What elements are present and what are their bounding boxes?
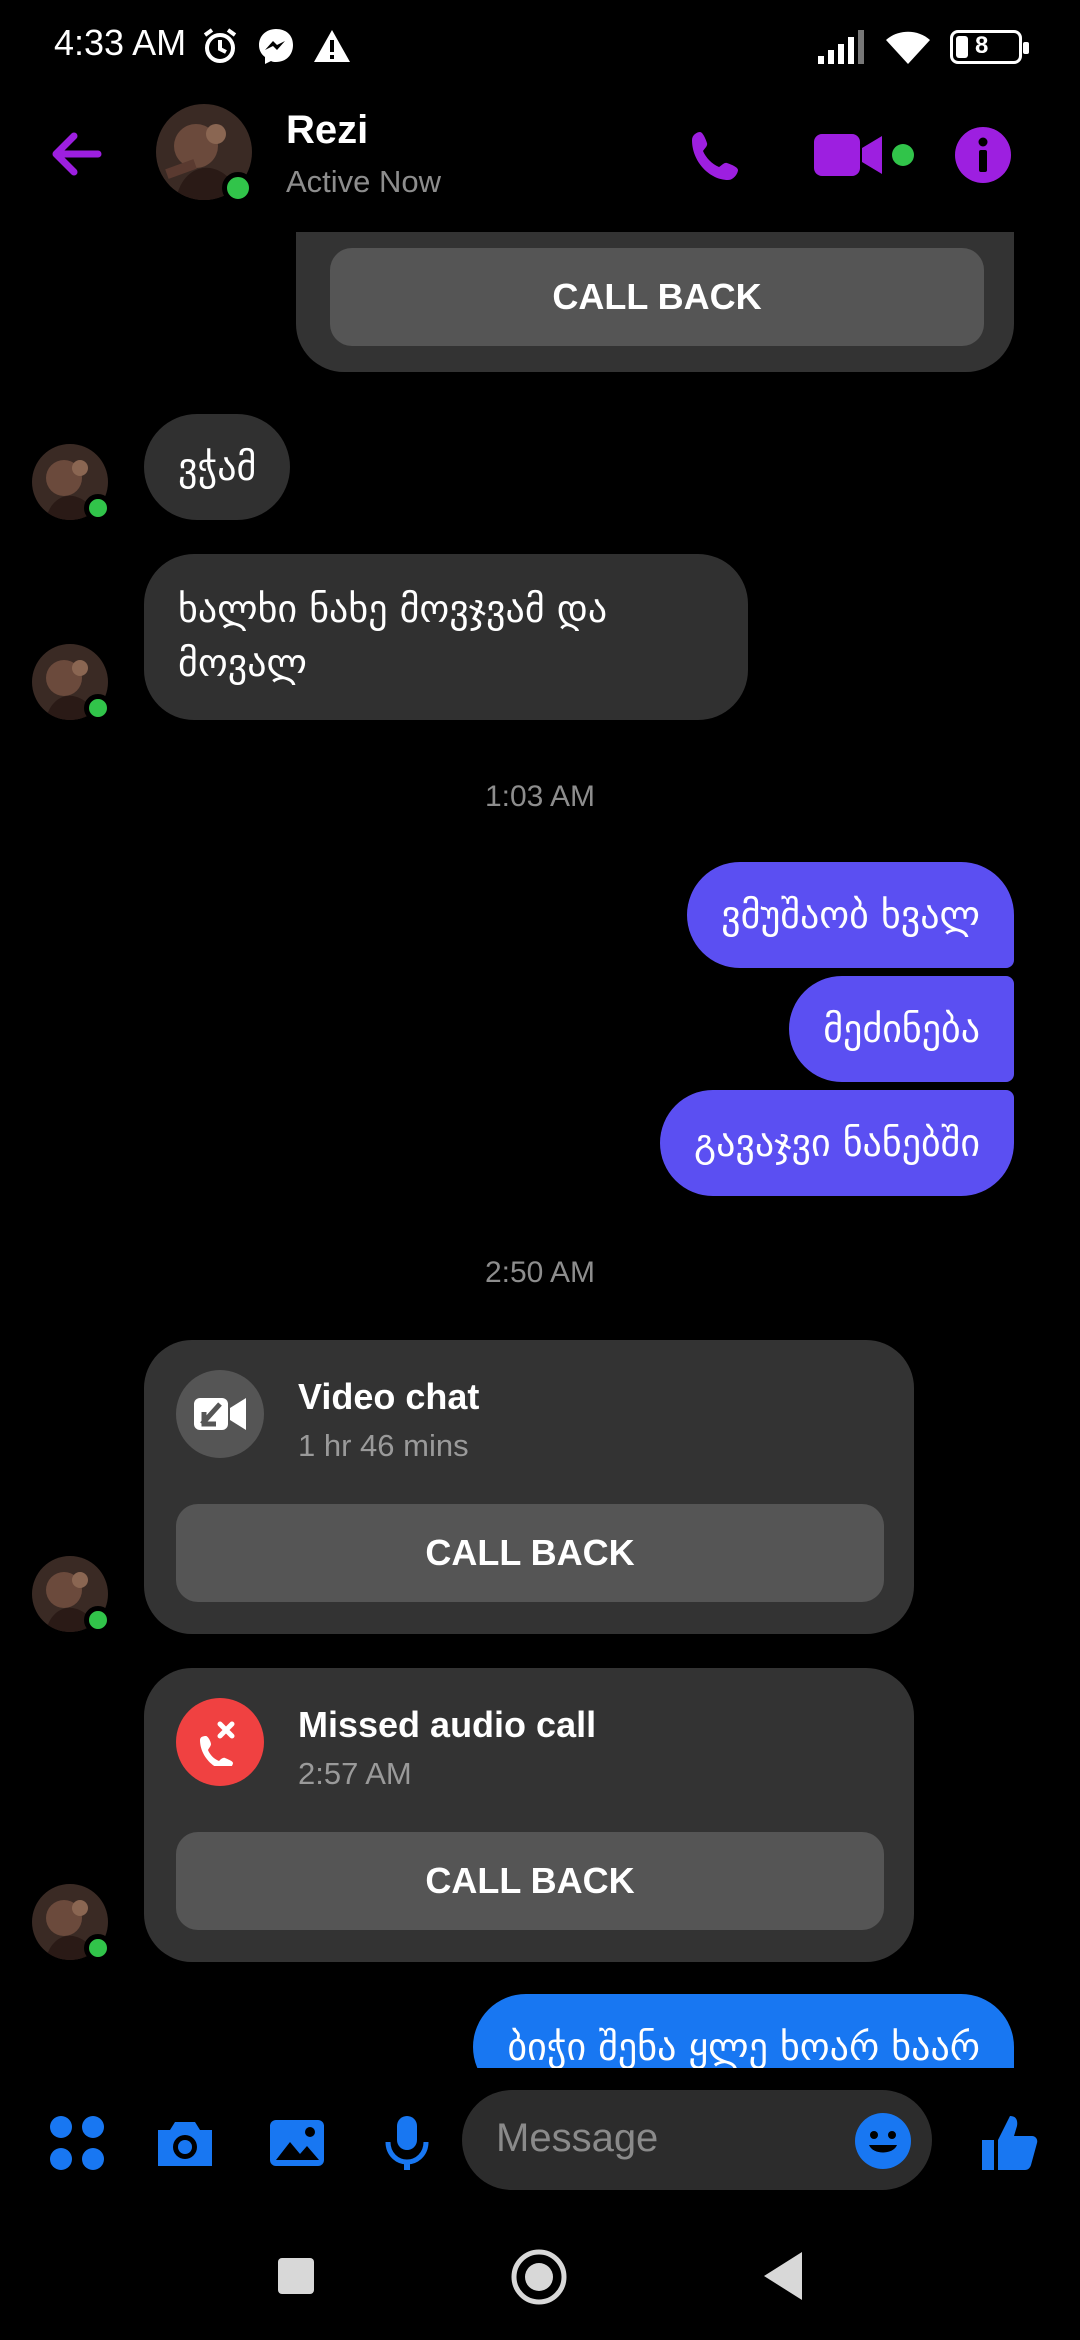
message-bubble-incoming[interactable]: ხალხი ნახე მოვჯვამ და მოვალ [144,554,748,720]
alarm-icon [203,28,237,63]
warning-icon [314,30,350,62]
contact-name[interactable]: Rezi [286,108,368,153]
message-bubble-outgoing[interactable]: მეძინება [789,976,1014,1082]
back-button-icon[interactable] [762,2250,806,2302]
message-text: ვჭამ [178,445,257,489]
signal-icon [818,30,864,64]
phone-call-icon[interactable] [686,126,746,186]
microphone-icon[interactable] [376,2112,438,2174]
call-back-button[interactable]: CALL BACK [176,1832,884,1930]
camera-icon[interactable] [154,2112,216,2174]
message-list[interactable]: CALL BACK ვჭამ ხალხი ნახე მოვჯვამ და მოვ… [0,232,1080,2068]
online-indicator [84,494,112,522]
call-card-video: Video chat 1 hr 46 mins CALL BACK [144,1340,914,1634]
call-back-button[interactable]: CALL BACK [176,1504,884,1602]
message-bubble-outgoing[interactable]: გავაჯვი ნანებში [660,1090,1014,1196]
missed-call-icon [200,1721,235,1766]
recents-button-icon[interactable] [276,2256,316,2296]
system-nav-bar [0,2214,1080,2340]
message-bubble-outgoing[interactable]: ბიჭი შენა ყლე ხოარ ხაარ [473,1994,1014,2068]
call-title: Missed audio call [298,1704,597,1745]
online-indicator [84,694,112,722]
call-icon-wrap [176,1698,264,1786]
call-card-missed: Missed audio call 2:57 AM CALL BACK [144,1668,914,1962]
call-time: 2:57 AM [298,1756,412,1791]
video-off-icon [194,1398,246,1430]
emoji-icon[interactable] [854,2112,912,2170]
message-text: მეძინება [823,1007,980,1051]
status-system-icons: 8 [816,28,1029,66]
contact-status: Active Now [286,164,442,199]
time-separator: 2:50 AM [484,1256,596,1289]
message-placeholder: Message [496,2116,659,2160]
home-button-icon[interactable] [510,2248,568,2306]
status-notification-icons [200,26,352,66]
status-bar: 4:33 AM 8 [0,0,1080,96]
battery-level: 8 [975,32,989,59]
time-separator: 1:03 AM [484,780,596,813]
gallery-icon[interactable] [266,2112,328,2174]
call-back-button[interactable]: CALL BACK [330,248,984,346]
video-active-indicator [892,144,914,166]
call-icon-wrap [176,1370,264,1458]
online-indicator [84,1606,112,1634]
battery-icon: 8 [950,30,1029,64]
online-indicator [84,1934,112,1962]
message-bubble-incoming[interactable]: ვჭამ [144,414,291,520]
call-card-partial: CALL BACK [296,232,1014,372]
message-text-line: ხალხი ნახე მოვჯვამ და [178,587,608,631]
thumbs-up-icon[interactable] [978,2112,1040,2174]
message-text: ვმუშაობ ხვალ [721,893,980,937]
call-duration: 1 hr 46 mins [298,1428,469,1463]
composer-bar: Message [0,2068,1080,2214]
message-bubble-outgoing[interactable]: ვმუშაობ ხვალ [687,862,1014,968]
message-text: ბიჭი შენა ყლე ხოარ ხაარ [507,2025,980,2068]
status-time: 4:33 AM [54,22,187,63]
video-call-icon[interactable] [814,130,884,180]
apps-menu-icon[interactable] [46,2112,108,2174]
message-text: გავაჯვი ნანებში [694,1121,980,1165]
call-title: Video chat [298,1376,480,1417]
info-icon[interactable] [954,126,1012,184]
wifi-icon [886,31,930,64]
messenger-icon [259,29,293,64]
message-text-line: მოვალ [178,641,307,685]
back-arrow-icon[interactable] [46,124,106,184]
conversation-header: Rezi Active Now [0,96,1080,232]
online-indicator [222,172,254,204]
message-input[interactable]: Message [462,2090,932,2190]
